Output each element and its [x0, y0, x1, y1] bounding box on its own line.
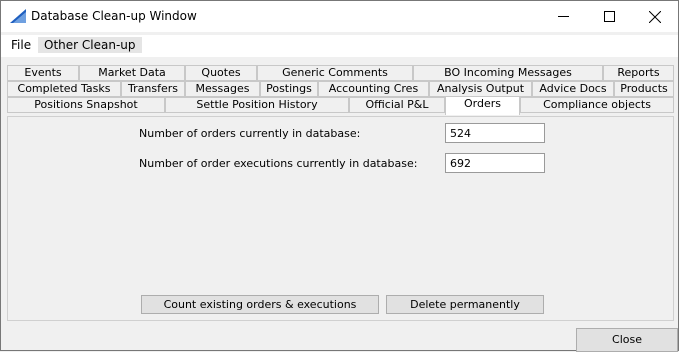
- tab-bo-incoming-messages[interactable]: BO Incoming Messages: [413, 65, 603, 81]
- tab-completed-tasks[interactable]: Completed Tasks: [7, 81, 121, 97]
- close-icon: [649, 10, 661, 23]
- executions-count-label: Number of order executions currently in …: [139, 157, 418, 170]
- close-window-button[interactable]: [632, 1, 678, 32]
- tab-accounting-cres[interactable]: Accounting Cres: [318, 81, 429, 97]
- tab-settle-position-history[interactable]: Settle Position History: [165, 97, 349, 113]
- tab-market-data[interactable]: Market Data: [79, 65, 185, 81]
- executions-count-field[interactable]: [445, 153, 545, 173]
- delete-permanently-button[interactable]: Delete permanently: [386, 295, 544, 314]
- tab-quotes[interactable]: Quotes: [185, 65, 257, 81]
- maximize-button[interactable]: [586, 1, 632, 32]
- tab-transfers[interactable]: Transfers: [121, 81, 185, 97]
- menu-other-cleanup[interactable]: Other Clean-up: [38, 37, 142, 53]
- close-button[interactable]: Close: [576, 328, 678, 352]
- tab-messages[interactable]: Messages: [185, 81, 260, 97]
- tab-advice-docs[interactable]: Advice Docs: [532, 81, 614, 97]
- tab-compliance-objects[interactable]: Compliance objects: [520, 97, 674, 113]
- window-title: Database Clean-up Window: [31, 9, 197, 23]
- count-orders-button[interactable]: Count existing orders & executions: [141, 295, 379, 314]
- title-bar: Database Clean-up Window: [1, 1, 678, 32]
- tab-events[interactable]: Events: [7, 65, 79, 81]
- app-icon: [10, 9, 26, 23]
- minimize-icon: [557, 16, 569, 17]
- tab-analysis-output[interactable]: Analysis Output: [429, 81, 532, 97]
- tab-postings[interactable]: Postings: [260, 81, 318, 97]
- tab-orders[interactable]: Orders: [445, 96, 520, 115]
- minimize-button[interactable]: [540, 1, 586, 32]
- database-cleanup-window: Database Clean-up Window File Other Clea…: [0, 0, 679, 352]
- tab-generic-comments[interactable]: Generic Comments: [257, 65, 413, 81]
- tab-reports[interactable]: Reports: [603, 65, 674, 81]
- menu-bar: File Other Clean-up: [1, 35, 678, 57]
- menu-file[interactable]: File: [11, 38, 31, 52]
- tab-products[interactable]: Products: [614, 81, 674, 97]
- orders-count-label: Number of orders currently in database:: [139, 127, 361, 140]
- maximize-icon: [603, 11, 615, 22]
- orders-count-field[interactable]: [445, 123, 545, 143]
- orders-panel: Number of orders currently in database: …: [7, 116, 674, 321]
- tab-positions-snapshot[interactable]: Positions Snapshot: [7, 97, 165, 113]
- tab-official-pnl[interactable]: Official P&L: [349, 97, 445, 113]
